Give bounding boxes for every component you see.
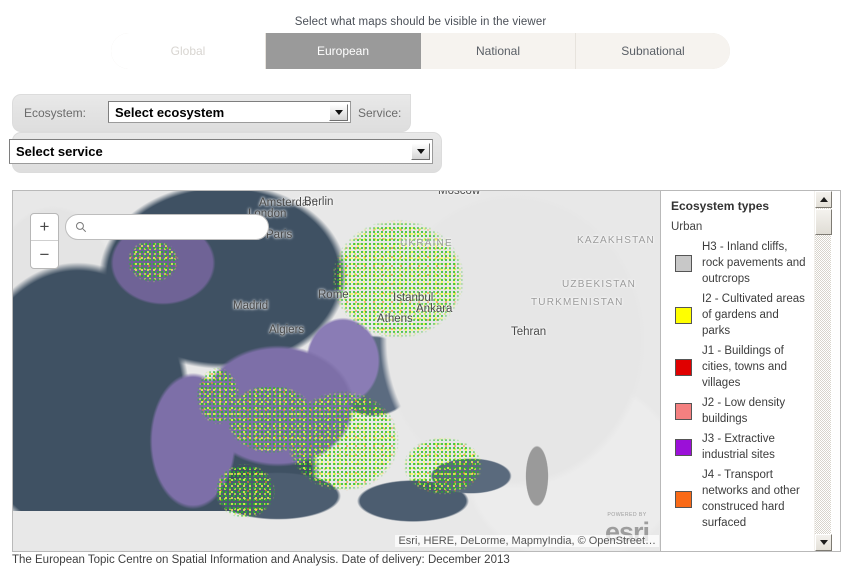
ecosystem-raster-layer bbox=[13, 191, 660, 551]
legend-title: Ecosystem types bbox=[671, 199, 770, 213]
instruction-text: Select what maps should be visible in th… bbox=[294, 16, 547, 28]
ecosystem-dropdown[interactable]: Select ecosystem bbox=[108, 101, 351, 123]
tab-subnational[interactable]: Subnational bbox=[576, 33, 730, 69]
legend-panel: Ecosystem types Urban H3 - Inland cliffs… bbox=[660, 191, 840, 551]
legend-item-label: J3 - Extractive industrial sites bbox=[702, 433, 775, 461]
legend-item-label: J1 - Buildings of cities, towns and vill… bbox=[702, 345, 788, 389]
legend-item: H3 - Inland cliffs, rock pavements and o… bbox=[671, 239, 815, 287]
legend-color-swatch bbox=[675, 358, 692, 376]
legend-color-swatch bbox=[675, 402, 692, 420]
map-viewer: Moscow Amsterdam Berlin London Paris UKRAINE R… bbox=[12, 190, 841, 552]
scrollbar-thumb[interactable] bbox=[815, 209, 832, 235]
legend-color-swatch bbox=[675, 490, 692, 508]
ecosystem-label: Ecosystem: bbox=[24, 106, 87, 120]
zoom-in-button[interactable]: + bbox=[31, 214, 58, 241]
tab-european[interactable]: European bbox=[266, 33, 421, 69]
service-dropdown-value: Select service bbox=[16, 144, 103, 159]
search-icon bbox=[76, 222, 87, 233]
legend-color-swatch bbox=[675, 306, 692, 324]
footer-attribution: The European Topic Centre on Spatial Inf… bbox=[12, 554, 510, 566]
chevron-down-icon[interactable] bbox=[411, 143, 430, 160]
page-root: Select what maps should be visible in th… bbox=[0, 0, 841, 571]
tab-global[interactable]: Global bbox=[111, 33, 266, 69]
map-scope-tabbar: Global European National Subnational bbox=[111, 33, 730, 69]
legend-item: J2 - Low density buildings bbox=[671, 395, 815, 427]
legend-content: Ecosystem types Urban H3 - Inland cliffs… bbox=[661, 191, 821, 551]
tab-national[interactable]: National bbox=[421, 33, 576, 69]
legend-item: J1 - Buildings of cities, towns and vill… bbox=[671, 343, 815, 391]
legend-color-swatch bbox=[675, 254, 692, 272]
tab-national-label: National bbox=[475, 44, 521, 58]
legend-scrollbar[interactable] bbox=[814, 191, 832, 551]
scroll-down-button[interactable] bbox=[815, 534, 832, 551]
tab-global-label: Global bbox=[170, 44, 206, 58]
legend-item-list: H3 - Inland cliffs, rock pavements and o… bbox=[671, 239, 815, 531]
legend-item: J4 - Transport networks and other constr… bbox=[671, 467, 815, 531]
zoom-out-button[interactable]: − bbox=[31, 241, 58, 268]
legend-item: I2 - Cultivated areas of gardens and par… bbox=[671, 291, 815, 339]
scroll-up-button[interactable] bbox=[815, 191, 832, 208]
legend-item-label: J2 - Low density buildings bbox=[702, 397, 786, 425]
tab-european-label: European bbox=[316, 44, 370, 58]
legend-item-label: H3 - Inland cliffs, rock pavements and o… bbox=[702, 241, 806, 285]
service-dropdown[interactable]: Select service bbox=[9, 139, 433, 164]
legend-group-label: Urban bbox=[671, 221, 703, 233]
map-zoom-controls: + − bbox=[30, 213, 59, 269]
service-label: Service: bbox=[358, 106, 402, 120]
map-canvas[interactable]: Moscow Amsterdam Berlin London Paris UKRAINE R… bbox=[13, 191, 660, 551]
map-basemap bbox=[13, 191, 660, 551]
chevron-down-icon[interactable] bbox=[329, 103, 348, 121]
tab-subnational-label: Subnational bbox=[621, 44, 685, 58]
legend-item-label: I2 - Cultivated areas of gardens and par… bbox=[702, 293, 805, 337]
map-search-input[interactable] bbox=[92, 219, 252, 235]
map-search-box[interactable] bbox=[65, 214, 269, 240]
ecosystem-dropdown-value: Select ecosystem bbox=[115, 104, 225, 120]
map-attribution[interactable]: Esri, HERE, DeLorme, MapmyIndia, © OpenS… bbox=[395, 535, 659, 547]
legend-color-swatch bbox=[675, 438, 692, 456]
legend-item-label: J4 - Transport networks and other constr… bbox=[702, 469, 800, 529]
legend-item: J3 - Extractive industrial sites bbox=[671, 431, 815, 463]
